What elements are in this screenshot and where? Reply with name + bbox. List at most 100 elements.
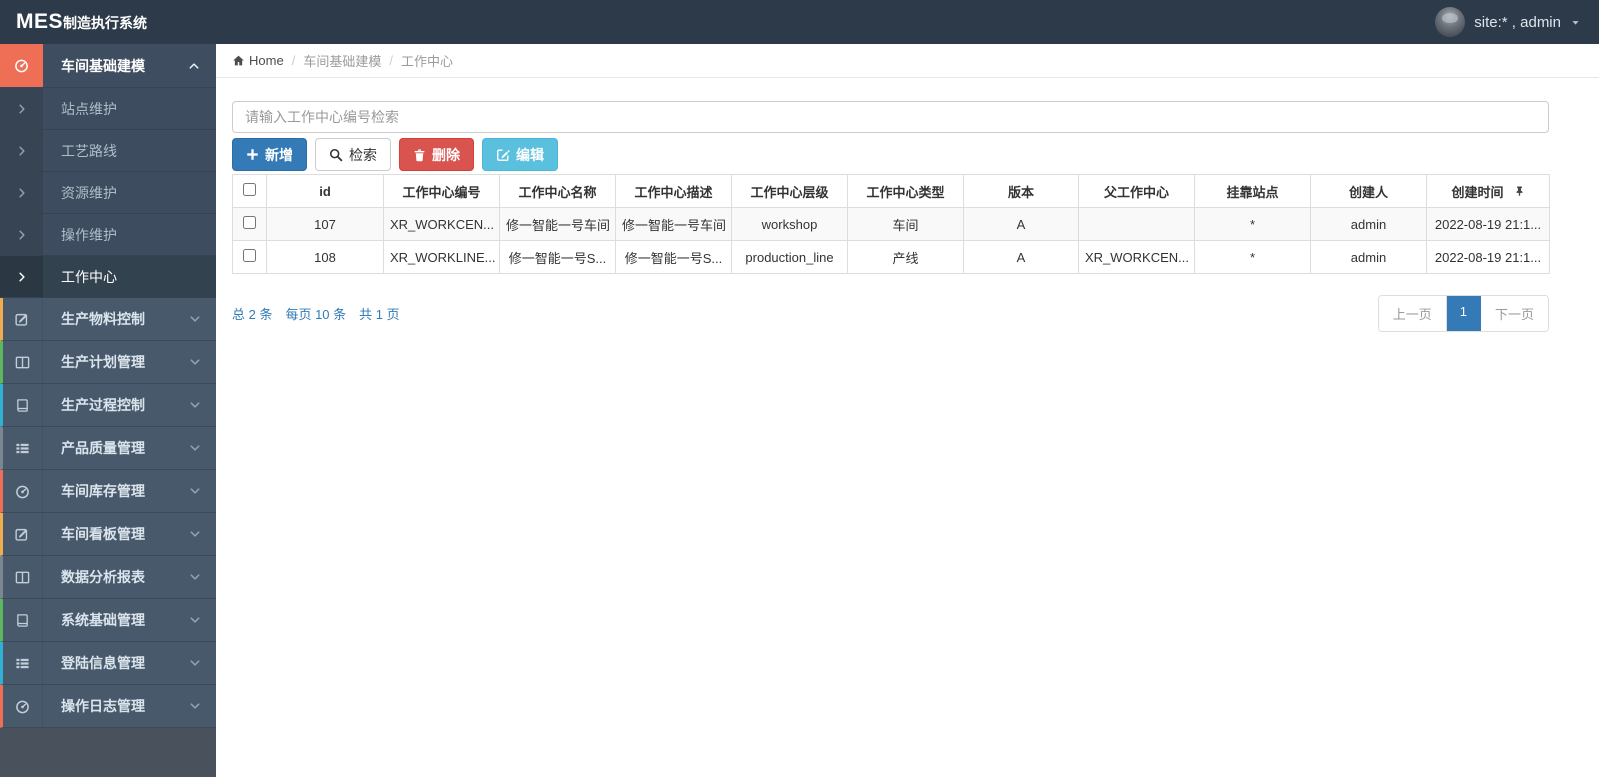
column-header-site: 挂靠站点 bbox=[1194, 174, 1311, 208]
chevron-right-icon bbox=[0, 172, 43, 213]
chevron-up-icon bbox=[188, 60, 200, 72]
list-icon bbox=[3, 427, 43, 469]
sidebar-item-login-info-management[interactable]: 登陆信息管理 bbox=[0, 642, 216, 685]
cell-creator: admin bbox=[1310, 240, 1427, 274]
table-row[interactable]: 108 XR_WORKLINE... 修一智能一号S... 修一智能一号S...… bbox=[232, 240, 1550, 274]
cell-created-time: 2022-08-19 21:1... bbox=[1426, 207, 1550, 241]
sidebar-item-plan-management[interactable]: 生产计划管理 bbox=[0, 341, 216, 384]
chevron-down-icon bbox=[189, 313, 201, 325]
cell-name: 修一智能一号车间 bbox=[499, 207, 616, 241]
chevron-down-icon bbox=[189, 442, 201, 454]
search-input[interactable] bbox=[232, 101, 1549, 133]
breadcrumb-home-label: Home bbox=[249, 53, 284, 68]
sidebar-item-resource-maintenance[interactable]: 资源维护 bbox=[0, 172, 216, 214]
sidebar-item-label: 生产计划管理 bbox=[61, 354, 145, 370]
cell-created-time: 2022-08-19 21:1... bbox=[1426, 240, 1550, 274]
sidebar-item-label: 车间库存管理 bbox=[61, 483, 145, 499]
sidebar-item-system-management[interactable]: 系统基础管理 bbox=[0, 599, 216, 642]
cell-parent: XR_WORKCEN... bbox=[1078, 240, 1195, 274]
select-all-checkbox[interactable] bbox=[243, 183, 256, 196]
chevron-right-icon bbox=[0, 214, 43, 255]
main-content: Home / 车间基础建模 / 工作中心 新增 检索 bbox=[216, 44, 1599, 777]
breadcrumb-item-module[interactable]: 车间基础建模 bbox=[303, 51, 381, 70]
sidebar-item-operation-log-management[interactable]: 操作日志管理 bbox=[0, 685, 216, 728]
cell-level: production_line bbox=[731, 240, 848, 274]
cell-description: 修一智能一号车间 bbox=[615, 207, 732, 241]
sidebar-item-site-maintenance[interactable]: 站点维护 bbox=[0, 88, 216, 130]
pencil-icon bbox=[3, 298, 43, 340]
user-label: site:* , admin bbox=[1474, 13, 1561, 31]
trash-icon bbox=[413, 148, 426, 162]
cell-id: 108 bbox=[266, 240, 384, 274]
gauge-icon bbox=[0, 44, 43, 87]
sidebar-item-label: 操作维护 bbox=[61, 226, 117, 243]
sidebar-item-process-route[interactable]: 工艺路线 bbox=[0, 130, 216, 172]
cell-code: XR_WORKCEN... bbox=[383, 207, 500, 241]
column-header-created-time: 创建时间 bbox=[1426, 174, 1550, 208]
cell-id: 107 bbox=[266, 207, 384, 241]
chevron-right-icon bbox=[0, 88, 43, 129]
pagination-summary: 总 2 条 每页 10 条 共 1 页 bbox=[232, 304, 400, 323]
delete-button[interactable]: 删除 bbox=[399, 138, 474, 171]
breadcrumb-home-link[interactable]: Home bbox=[232, 53, 284, 68]
row-checkbox[interactable] bbox=[243, 249, 256, 262]
total-count: 总 2 条 bbox=[232, 307, 273, 322]
breadcrumb-separator: / bbox=[291, 53, 296, 68]
table-row[interactable]: 107 XR_WORKCEN... 修一智能一号车间 修一智能一号车间 work… bbox=[232, 207, 1550, 241]
pagination: 上一页 1 下一页 bbox=[1377, 295, 1549, 332]
sidebar-item-label: 产品质量管理 bbox=[61, 440, 145, 456]
column-header-type: 工作中心类型 bbox=[847, 174, 964, 208]
home-icon bbox=[232, 54, 245, 67]
columns-icon bbox=[3, 341, 43, 383]
row-checkbox[interactable] bbox=[243, 216, 256, 229]
sidebar-item-operation-maintenance[interactable]: 操作维护 bbox=[0, 214, 216, 256]
search-icon bbox=[329, 148, 343, 162]
column-header-version: 版本 bbox=[963, 174, 1079, 208]
search-button[interactable]: 检索 bbox=[315, 138, 391, 171]
breadcrumb: Home / 车间基础建模 / 工作中心 bbox=[216, 44, 1599, 78]
edit-button-label: 编辑 bbox=[516, 146, 544, 163]
column-header-id: id bbox=[266, 174, 384, 208]
brand-rest: 制造执行系统 bbox=[63, 15, 148, 31]
toolbar: 新增 检索 删除 编辑 bbox=[232, 138, 1549, 171]
sidebar-item-label: 资源维护 bbox=[61, 184, 117, 201]
cell-version: A bbox=[963, 240, 1079, 274]
delete-button-label: 删除 bbox=[432, 146, 460, 163]
edit-button[interactable]: 编辑 bbox=[482, 138, 558, 171]
column-header-label: 创建时间 bbox=[1451, 184, 1504, 200]
columns-icon bbox=[3, 556, 43, 598]
page-body: 新增 检索 删除 编辑 bbox=[216, 78, 1550, 332]
chevron-right-icon bbox=[0, 256, 43, 297]
chevron-right-icon bbox=[0, 130, 43, 171]
sidebar-item-label: 工作中心 bbox=[61, 268, 117, 285]
sidebar-item-kanban-management[interactable]: 车间看板管理 bbox=[0, 513, 216, 556]
column-header-description: 工作中心描述 bbox=[615, 174, 732, 208]
user-menu[interactable]: site:* , admin bbox=[1435, 7, 1581, 37]
cell-site: * bbox=[1194, 207, 1311, 241]
add-button[interactable]: 新增 bbox=[232, 138, 307, 171]
mes-app: MES 制造执行系统 site:* , admin 车间基础建模 站点维护 工艺路… bbox=[0, 0, 1599, 777]
cell-parent bbox=[1078, 207, 1195, 241]
cell-code: XR_WORKLINE... bbox=[383, 240, 500, 274]
sidebar-item-label: 系统基础管理 bbox=[61, 612, 145, 628]
search-button-label: 检索 bbox=[349, 146, 377, 163]
table-header-row: id 工作中心编号 工作中心名称 工作中心描述 工作中心层级 工作中心类型 版本… bbox=[232, 174, 1550, 208]
cell-version: A bbox=[963, 207, 1079, 241]
next-page-button[interactable]: 下一页 bbox=[1480, 296, 1548, 331]
sidebar-group-workshop-modeling[interactable]: 车间基础建模 bbox=[0, 44, 216, 88]
chevron-down-icon bbox=[189, 657, 201, 669]
sidebar-item-inventory-management[interactable]: 车间库存管理 bbox=[0, 470, 216, 513]
sidebar-item-quality-management[interactable]: 产品质量管理 bbox=[0, 427, 216, 470]
prev-page-button[interactable]: 上一页 bbox=[1378, 296, 1447, 331]
sidebar-item-analytics-reports[interactable]: 数据分析报表 bbox=[0, 556, 216, 599]
page-1-button[interactable]: 1 bbox=[1446, 296, 1481, 331]
sidebar-item-material-control[interactable]: 生产物料控制 bbox=[0, 298, 216, 341]
sidebar-item-process-control[interactable]: 生产过程控制 bbox=[0, 384, 216, 427]
column-header-parent: 父工作中心 bbox=[1078, 174, 1195, 208]
cell-type: 产线 bbox=[847, 240, 964, 274]
add-button-label: 新增 bbox=[265, 146, 293, 163]
brand-logo: MES 制造执行系统 bbox=[16, 10, 147, 34]
sidebar-item-work-center[interactable]: 工作中心 bbox=[0, 256, 216, 298]
breadcrumb-separator: / bbox=[389, 53, 393, 68]
sidebar-item-label: 登陆信息管理 bbox=[61, 655, 145, 671]
